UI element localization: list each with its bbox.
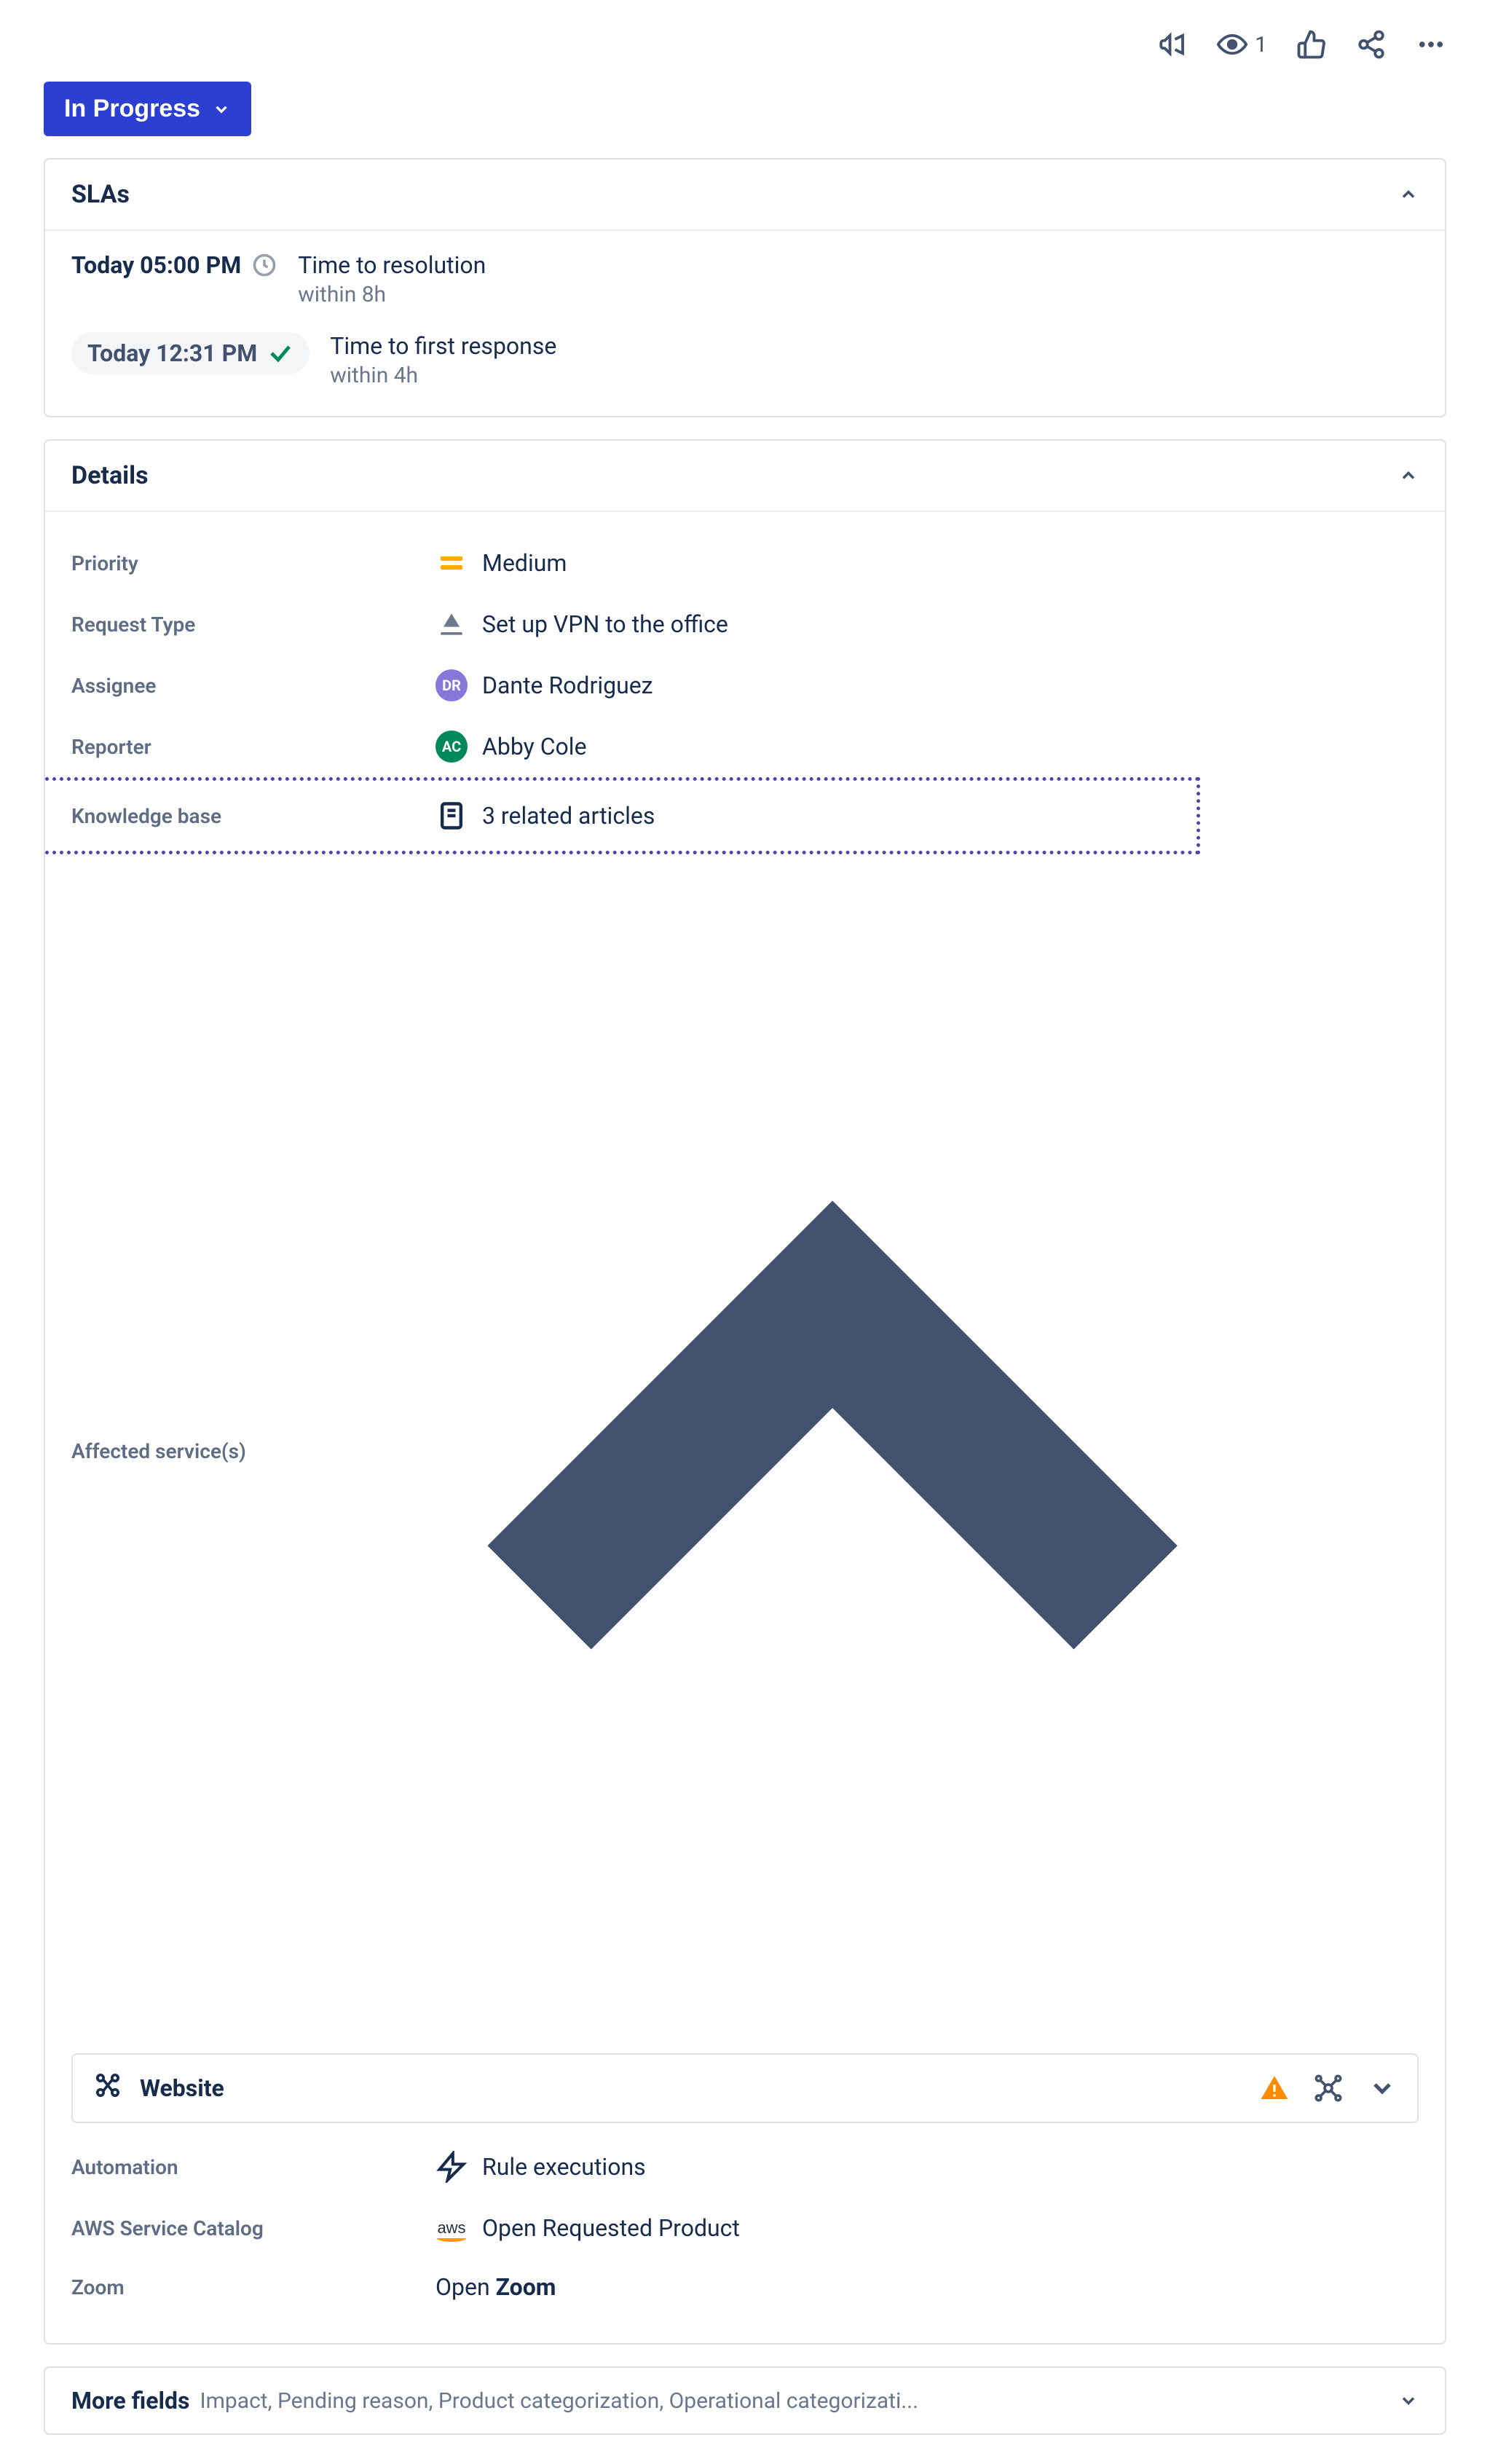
chevron-down-icon [1398, 2390, 1419, 2411]
sla-time-first-response: Today 12:31 PM [71, 332, 310, 374]
slas-body: Today 05:00 PM Time to resolution within… [45, 231, 1445, 416]
service-name: Website [140, 2074, 1242, 2102]
more-actions-button[interactable] [1416, 29, 1446, 60]
chevron-up-icon [1398, 184, 1419, 205]
thumbs-up-icon [1296, 29, 1327, 60]
request-type-label: Request Type [71, 613, 435, 637]
sla-threshold: within 4h [330, 363, 556, 388]
more-fields-desc: Impact, Pending reason, Product categori… [200, 2388, 1388, 2414]
field-reporter[interactable]: Reporter AC Abby Cole [71, 716, 1419, 777]
sla-name: Time to first response [330, 332, 556, 360]
chevron-down-icon[interactable] [1368, 2074, 1397, 2103]
slas-panel: SLAs Today 05:00 PM Time to resolution w… [44, 158, 1446, 417]
chevron-up-icon [1398, 465, 1419, 486]
affected-services-label: Affected service(s) [71, 1439, 246, 1463]
aws-value: Open Requested Product [482, 2214, 740, 2242]
aws-icon: aws [435, 2212, 468, 2244]
field-zoom[interactable]: Zoom Open Zoom [71, 2259, 1419, 2315]
share-button[interactable] [1356, 29, 1387, 60]
details-panel: Details Priority Medium Request Type Set… [44, 439, 1446, 2345]
chevron-down-icon [212, 100, 231, 119]
aws-label: AWS Service Catalog [71, 2216, 435, 2240]
kb-value: 3 related articles [482, 802, 655, 830]
assignee-value: Dante Rodriguez [482, 672, 653, 699]
sla-time-resolution: Today 05:00 PM [71, 251, 277, 279]
zoom-label: Zoom [71, 2275, 435, 2299]
lightning-icon [435, 2151, 468, 2183]
share-icon [1356, 29, 1387, 60]
field-aws-catalog[interactable]: AWS Service Catalog aws Open Requested P… [71, 2197, 1419, 2259]
automation-value: Rule executions [482, 2153, 646, 2181]
field-assignee[interactable]: Assignee DR Dante Rodriguez [71, 655, 1419, 716]
like-button[interactable] [1296, 29, 1327, 60]
reporter-value: Abby Cole [482, 733, 587, 760]
more-fields-row[interactable]: More fields Impact, Pending reason, Prod… [44, 2366, 1446, 2435]
slas-title: SLAs [71, 180, 130, 209]
more-fields-label: More fields [71, 2387, 189, 2414]
priority-value: Medium [482, 549, 567, 577]
request-type-value: Set up VPN to the office [482, 610, 728, 638]
service-website[interactable]: Website [71, 2053, 1419, 2123]
sla-name: Time to resolution [298, 251, 486, 279]
chevron-up-icon [246, 865, 1419, 2037]
status-dropdown[interactable]: In Progress [44, 82, 251, 136]
vpn-icon [435, 608, 468, 640]
warning-icon [1260, 2074, 1289, 2103]
field-knowledge-base[interactable]: Knowledge base 3 related articles [71, 781, 1197, 851]
watchers-button[interactable]: 1 [1217, 29, 1267, 60]
sla-row-resolution: Today 05:00 PM Time to resolution within… [71, 251, 1419, 307]
sla-threshold: within 8h [298, 282, 486, 307]
automation-label: Automation [71, 2155, 435, 2179]
details-title: Details [71, 461, 149, 490]
slas-header[interactable]: SLAs [45, 160, 1445, 231]
feedback-button[interactable] [1157, 29, 1188, 60]
clock-icon [251, 252, 277, 278]
kb-label: Knowledge base [71, 804, 435, 828]
article-icon [435, 800, 468, 832]
status-label: In Progress [64, 95, 200, 123]
zoom-value: Open Zoom [435, 2273, 556, 2301]
knowledge-base-row-highlight: Knowledge base 3 related articles [45, 777, 1200, 854]
reporter-avatar: AC [435, 731, 468, 763]
details-body: Priority Medium Request Type Set up VPN … [45, 512, 1445, 2343]
assignee-label: Assignee [71, 674, 435, 698]
sla-row-first-response: Today 12:31 PM Time to first response wi… [71, 332, 1419, 388]
details-header[interactable]: Details [45, 441, 1445, 512]
sla-time-text: Today 12:31 PM [87, 339, 257, 367]
eye-icon [1217, 29, 1247, 60]
affected-services-header[interactable]: Affected service(s) [71, 854, 1419, 2053]
watch-count: 1 [1255, 32, 1267, 58]
reporter-label: Reporter [71, 735, 435, 759]
ellipsis-icon [1416, 29, 1446, 60]
megaphone-icon [1157, 29, 1188, 60]
sla-time-text: Today 05:00 PM [71, 251, 241, 279]
check-icon [267, 340, 293, 366]
dependency-icon[interactable] [1314, 2074, 1343, 2103]
priority-label: Priority [71, 551, 435, 575]
assignee-avatar: DR [435, 669, 468, 701]
issue-toolbar: 1 [44, 29, 1446, 60]
priority-medium-icon [435, 547, 468, 579]
field-automation[interactable]: Automation Rule executions [71, 2136, 1419, 2197]
field-request-type[interactable]: Request Type Set up VPN to the office [71, 594, 1419, 655]
service-graph-icon [93, 2071, 122, 2106]
field-priority[interactable]: Priority Medium [71, 532, 1419, 594]
